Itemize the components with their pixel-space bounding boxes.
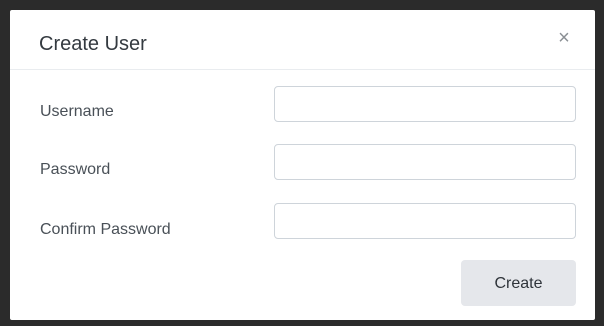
dialog-title: Create User: [39, 33, 147, 55]
close-icon[interactable]: ×: [555, 28, 573, 48]
password-label: Password: [40, 161, 111, 178]
confirm-password-input[interactable]: [274, 203, 576, 239]
username-label: Username: [40, 103, 114, 120]
confirm-password-label: Confirm Password: [40, 221, 171, 238]
password-input[interactable]: [274, 144, 576, 180]
create-button[interactable]: Create: [461, 260, 576, 306]
username-input[interactable]: [274, 86, 576, 122]
create-user-dialog: Create User × Username Password Confirm …: [10, 10, 595, 320]
dialog-header: Create User ×: [10, 10, 595, 70]
